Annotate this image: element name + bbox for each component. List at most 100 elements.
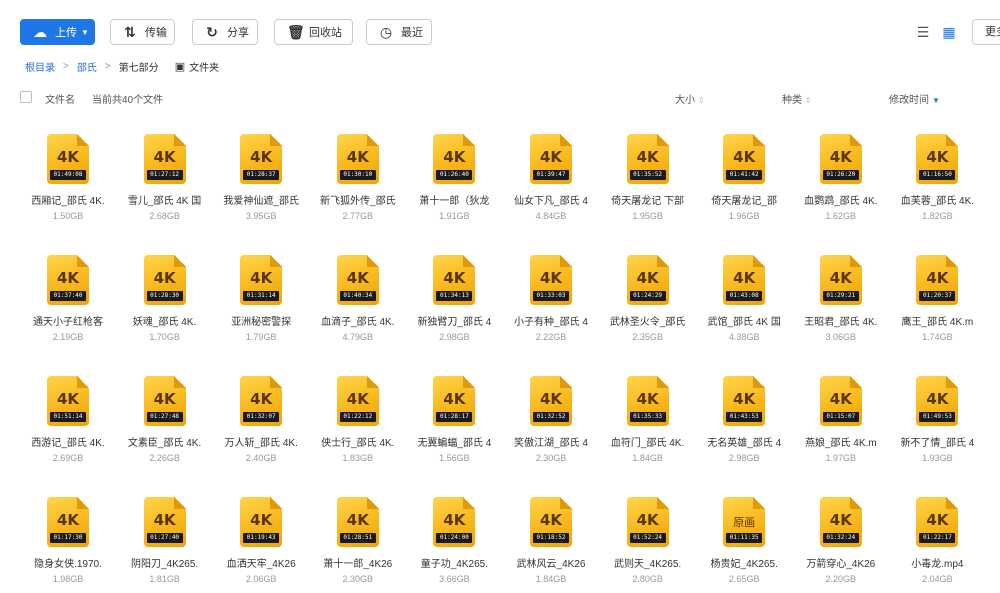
file-size: 2.30GB <box>342 574 374 584</box>
file-name: 血芙蓉_邵氏 4K. <box>900 196 975 207</box>
file-item[interactable]: 4K 01:35:52 倚天屠龙记 下部 1.95GB <box>600 126 696 236</box>
file-item[interactable]: 4K 01:26:20 血鹦鹉_邵氏 4K. 1.62GB <box>793 126 889 236</box>
file-item[interactable]: 4K 01:22:12 侠士行_邵氏 4K. 1.83GB <box>310 368 406 478</box>
duration-label: 01:32:24 <box>822 533 859 543</box>
quality-badge: 4K <box>443 511 466 529</box>
file-item[interactable]: 4K 01:37:40 通天小子红枪客 2.19GB <box>20 247 116 357</box>
header-size[interactable]: 大小 ⇕ <box>675 91 705 106</box>
file-name: 萧十一郎（狄龙 <box>419 196 490 207</box>
file-item[interactable]: 4K 01:49:08 西厢记_邵氏 4K. 1.50GB <box>20 126 116 236</box>
file-size: 1.93GB <box>922 453 953 463</box>
file-size: 1.83GB <box>342 453 374 463</box>
file-item[interactable]: 4K 01:22:17 小毒龙.mp4 2.04GB <box>889 489 985 593</box>
video-thumbnail-icon: 4K 01:40:34 <box>336 255 379 305</box>
file-item[interactable]: 4K 01:40:34 血滴子_邵氏 4K. 4.79GB <box>310 247 406 357</box>
breadcrumb-level1[interactable]: 邵氏 <box>77 59 97 74</box>
select-all-checkbox[interactable] <box>20 91 32 103</box>
header-modified[interactable]: 修改时间 ▼ <box>889 91 940 106</box>
file-item[interactable]: 4K 01:32:07 万人斩_邵氏 4K. 2.40GB <box>213 368 309 478</box>
file-item[interactable]: 4K 01:18:52 武林风云_4K26 1.84GB <box>503 489 599 593</box>
video-thumbnail-icon: 4K 01:51:14 <box>47 376 89 426</box>
quality-badge: 4K <box>926 148 949 166</box>
quality-badge: 4K <box>346 269 369 287</box>
file-size: 2.26GB <box>149 453 180 463</box>
file-item[interactable]: 4K 01:27:40 阴阳刀_4K265. 1.81GB <box>117 489 213 593</box>
quality-badge: 4K <box>926 269 949 287</box>
file-name: 阴阳刀_4K265. <box>130 559 199 570</box>
file-item[interactable]: 4K 01:31:14 亚洲秘密警探 1.79GB <box>213 247 309 357</box>
duration-label: 01:43:08 <box>726 291 763 301</box>
header-filename[interactable]: 文件名 <box>45 91 75 106</box>
file-item[interactable]: 4K 01:28:17 无翼蝙蝠_邵氏 4 1.56GB <box>406 368 502 478</box>
quality-badge: 4K <box>250 148 273 166</box>
file-item[interactable]: 4K 01:35:33 血符门_邵氏 4K. 1.84GB <box>600 368 696 478</box>
transfer-button[interactable]: ⇅ 传输 <box>110 19 175 45</box>
breadcrumb: 根目录 > 邵氏 > 第七部分 ▣ 文件夹 <box>25 59 219 74</box>
more-button[interactable]: 更多 <box>972 19 1000 45</box>
upload-button[interactable]: ☁ 上传 ▼ <box>20 19 95 45</box>
file-item[interactable]: 4K 01:28:37 我爱神仙遮_邵氏 3.95GB <box>213 126 309 236</box>
file-item[interactable]: 4K 01:16:50 血芙蓉_邵氏 4K. 1.82GB <box>889 126 985 236</box>
video-thumbnail-icon: 4K 01:18:52 <box>530 497 572 547</box>
file-size: 2.19GB <box>52 332 84 342</box>
file-item[interactable]: 4K 01:33:03 小子有种_邵氏 4 2.22GB <box>503 247 599 357</box>
file-name: 通天小子红枪客 <box>33 317 103 328</box>
file-item[interactable]: 4K 01:32:52 笑傲江湖_邵氏 4 2.30GB <box>503 368 599 478</box>
file-item[interactable]: 4K 01:34:13 新独臂刀_邵氏 4 2.98GB <box>406 247 502 357</box>
file-item[interactable]: 4K 01:20:37 鹰王_邵氏 4K.m 1.74GB <box>889 247 985 357</box>
file-item[interactable]: 4K 01:52:24 武则天_4K265. 2.80GB <box>600 489 696 593</box>
file-item[interactable]: 原画 01:11:35 杨贵妃_4K265. 2.65GB <box>696 489 792 593</box>
file-item[interactable]: 4K 01:26:40 萧十一郎（狄龙 1.91GB <box>406 126 502 236</box>
file-item[interactable]: 4K 01:43:53 无名英雄_邵氏 4 2.98GB <box>696 368 792 478</box>
file-item[interactable]: 4K 01:28:30 妖魂_邵氏 4K. 1.70GB <box>117 247 213 357</box>
video-thumbnail-icon: 4K 01:32:24 <box>819 497 862 547</box>
file-size: 2.65GB <box>728 574 760 584</box>
file-item[interactable]: 4K 01:27:12 雪儿_邵氏 4K 国 2.68GB <box>117 126 213 236</box>
header-type[interactable]: 种类 ⇕ <box>782 91 812 106</box>
file-item[interactable]: 4K 01:24:00 童子功_4K265. 3.66GB <box>406 489 502 593</box>
file-item[interactable]: 4K 01:41:42 倚天屠龙记_邵 1.96GB <box>696 126 792 236</box>
file-name: 萧十一郎_4K26 <box>323 559 393 570</box>
share-button[interactable]: ↻ 分享 <box>192 19 258 45</box>
video-thumbnail-icon: 4K 01:28:37 <box>240 134 283 184</box>
file-size: 4.79GB <box>342 332 374 342</box>
file-item[interactable]: 4K 01:17:30 隐身女侠.1970. 1.98GB <box>20 489 116 593</box>
file-name: 血滴子_邵氏 4K. <box>321 317 395 328</box>
video-thumbnail-icon: 4K 01:16:50 <box>916 134 959 184</box>
file-size: 1.70GB <box>149 332 180 342</box>
duration-label: 01:11:35 <box>726 533 763 543</box>
file-item[interactable]: 4K 01:32:24 万箭穿心_4K26 2.20GB <box>793 489 889 593</box>
duration-label: 01:28:17 <box>436 412 473 422</box>
file-item[interactable]: 4K 01:49:53 新不了情_邵氏 4 1.93GB <box>889 368 985 478</box>
file-item[interactable]: 4K 01:19:43 血洒天牢_4K26 2.06GB <box>213 489 309 593</box>
file-name: 杨贵妃_4K265. <box>710 559 778 570</box>
grid-view-icon[interactable]: ▦ <box>938 21 960 43</box>
file-item[interactable]: 4K 01:39:47 仙女下凡_邵氏 4 4.84GB <box>503 126 599 236</box>
file-item[interactable]: 4K 01:30:10 新飞狐外传_邵氏 2.77GB <box>310 126 406 236</box>
file-item[interactable]: 4K 01:27:48 文素臣_邵氏 4K. 2.26GB <box>117 368 213 478</box>
duration-label: 01:20:37 <box>919 291 956 301</box>
file-size: 1.79GB <box>245 332 277 342</box>
file-size: 3.95GB <box>245 211 277 221</box>
video-thumbnail-icon: 原画 01:11:35 <box>723 497 766 547</box>
video-thumbnail-icon: 4K 01:28:30 <box>143 255 186 305</box>
sort-desc-icon: ▼ <box>932 96 940 105</box>
file-item[interactable]: 4K 01:24:29 武林圣火令_邵氏 2.35GB <box>600 247 696 357</box>
file-item[interactable]: 4K 01:28:51 萧十一郎_4K26 2.30GB <box>310 489 406 593</box>
duration-label: 01:19:43 <box>243 533 280 543</box>
breadcrumb-root[interactable]: 根目录 <box>25 59 55 74</box>
file-item[interactable]: 4K 01:51:14 西游记_邵氏 4K. 2.69GB <box>20 368 116 478</box>
duration-label: 01:29:21 <box>822 291 859 301</box>
list-view-icon[interactable]: ☰ <box>912 21 934 43</box>
file-item[interactable]: 4K 01:15:07 燕娘_邵氏 4K.m 1.97GB <box>793 368 889 478</box>
file-name: 亚洲秘密警探 <box>231 317 292 328</box>
file-size: 2.77GB <box>342 211 374 221</box>
duration-label: 01:28:51 <box>339 533 376 543</box>
recent-button[interactable]: ◷ 最近 <box>366 19 432 45</box>
file-item[interactable]: 4K 01:29:21 王昭君_邵氏 4K. 3.06GB <box>793 247 889 357</box>
file-size: 1.95GB <box>632 211 663 221</box>
share-label: 分享 <box>227 27 249 39</box>
recycle-bin-button[interactable]: 🗑 回收站 <box>274 19 353 45</box>
folder-label[interactable]: 文件夹 <box>189 59 219 74</box>
file-item[interactable]: 4K 01:43:08 武馆_邵氏 4K 国 4.38GB <box>696 247 792 357</box>
